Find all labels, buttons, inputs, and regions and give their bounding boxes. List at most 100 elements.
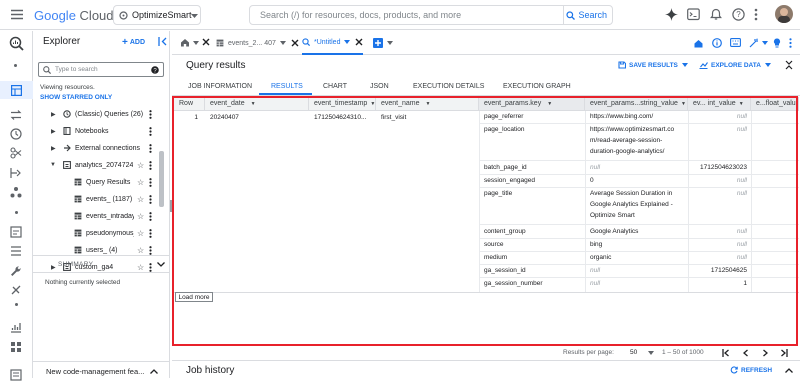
star-icon[interactable]: ☆ [137, 178, 144, 187]
refresh-button[interactable]: REFRESH [730, 366, 772, 374]
filter-placeholder: Type to search [55, 66, 98, 73]
more-vert-icon[interactable] [149, 143, 152, 153]
logo-google: Google [34, 8, 76, 23]
star-icon[interactable]: ☆ [137, 229, 144, 238]
search-icon [43, 65, 51, 74]
subtab-execution-details[interactable]: EXECUTION DETAILS [413, 83, 484, 90]
more-vert-icon[interactable] [789, 38, 792, 48]
refresh-icon [730, 366, 738, 374]
chevron-down-icon[interactable] [157, 262, 165, 267]
tree-item-events[interactable]: events_ (1187) ☆ [33, 191, 170, 207]
more-vert-icon[interactable] [149, 228, 152, 238]
bigquery-logo-icon[interactable] [9, 36, 24, 51]
lightbulb-icon[interactable] [773, 38, 781, 48]
more-vert-icon[interactable] [149, 126, 152, 136]
expand-arrow-icon[interactable]: ▶ [51, 145, 56, 152]
project-icon [119, 11, 128, 20]
tree-item-label: events_ (1187) [86, 195, 133, 203]
more-vert-icon[interactable] [149, 177, 152, 187]
more-vert-icon[interactable] [754, 8, 758, 21]
subtab-json[interactable]: JSON [370, 83, 389, 90]
chevron-down-icon[interactable] [193, 41, 199, 45]
cloud-shell-icon[interactable] [687, 8, 700, 21]
project-selector[interactable]: OptimizeSmart [113, 5, 201, 25]
sparkle-wand-icon[interactable] [749, 38, 759, 48]
collapse-results-icon[interactable] [785, 60, 793, 70]
per-page-select[interactable]: 50 [630, 349, 637, 356]
list-icon[interactable] [10, 245, 23, 258]
expand-arrow-icon[interactable]: ▶ [51, 264, 56, 271]
star-icon[interactable]: ☆ [137, 263, 144, 272]
star-icon[interactable]: ☆ [137, 195, 144, 204]
last-page-icon [781, 349, 788, 357]
subtab-execution-graph[interactable]: EXECUTION GRAPH [503, 83, 571, 90]
release-notes-icon[interactable] [10, 369, 23, 382]
star-icon[interactable]: ☆ [137, 161, 144, 170]
results-per-page-label: Results per page: [563, 349, 614, 356]
more-vert-icon[interactable] [149, 109, 152, 119]
notifications-bell-icon[interactable] [710, 8, 722, 21]
collapse-panel-icon[interactable] [158, 37, 167, 46]
chevron-down-icon[interactable] [762, 41, 768, 45]
tab-untitled-query[interactable]: *Untitled [302, 31, 364, 55]
save-results-button[interactable]: SAVE RESULTS [618, 61, 688, 69]
explorer-filter-input[interactable]: Type to search ? [38, 62, 164, 77]
more-vert-icon[interactable] [149, 211, 152, 221]
subtab-results[interactable]: RESULTS [271, 83, 303, 90]
scheduled-queries-icon[interactable] [10, 128, 23, 141]
marketplace-icon[interactable] [10, 341, 23, 354]
monitoring-icon[interactable] [10, 226, 23, 239]
data-transfers-icon[interactable] [10, 109, 23, 122]
dataform-icon[interactable] [10, 167, 23, 180]
star-icon[interactable]: ☆ [137, 212, 144, 221]
tree-item-external-connections[interactable]: ▶ External connections [33, 140, 170, 156]
pagination-bar: Results per page: 50 1 – 50 of 1000 [172, 346, 800, 360]
help-icon[interactable]: ? [732, 8, 745, 21]
expand-arrow-icon[interactable]: ▶ [51, 128, 56, 135]
tree-item-classic-queries[interactable]: ▶ (Classic) Queries (26) [33, 106, 170, 122]
pipelines-icon[interactable] [10, 147, 23, 160]
subtab-job-information[interactable]: JOB INFORMATION [188, 83, 252, 90]
code-management-banner[interactable]: New code-management fea... [33, 361, 170, 378]
collapse-arrow-icon[interactable]: ▼ [50, 162, 56, 168]
home-tab-icon[interactable] [180, 38, 190, 47]
tree-item-pseudonymous-users[interactable]: pseudonymous_users_ ☆ [33, 225, 170, 241]
tree-item-label: External connections [75, 144, 140, 152]
explore-data-button[interactable]: EXPLORE DATA [699, 61, 771, 69]
new-query-button[interactable] [373, 38, 383, 48]
more-vert-icon[interactable] [149, 262, 152, 272]
rail-item-studio[interactable] [0, 81, 33, 99]
table-icon [74, 229, 82, 237]
home-icon[interactable] [694, 39, 703, 48]
tree-item-notebooks[interactable]: ▶ Notebooks [33, 123, 170, 139]
tab-events-table[interactable]: events_2... 407 [216, 31, 299, 55]
avatar[interactable] [775, 5, 793, 23]
gemini-sparkle-icon[interactable] [665, 8, 678, 21]
explorer-scrollbar[interactable] [159, 151, 164, 207]
close-icon[interactable] [202, 38, 210, 46]
subtab-chart[interactable]: CHART [323, 83, 347, 90]
add-button[interactable]: + ADD [122, 37, 145, 48]
admin-icon[interactable] [10, 284, 23, 297]
more-vert-icon[interactable] [149, 245, 152, 255]
tree-item-events-intraday[interactable]: events_intraday_ ☆ [33, 208, 170, 224]
google-cloud-logo[interactable]: Google Cloud [34, 8, 114, 23]
hamburger-menu-icon[interactable] [11, 9, 23, 20]
star-icon[interactable]: ☆ [137, 246, 144, 255]
info-icon[interactable] [712, 38, 722, 48]
expand-arrow-icon[interactable]: ▶ [51, 111, 56, 118]
analytics-hub-icon[interactable] [10, 186, 23, 199]
more-vert-icon[interactable] [149, 194, 152, 204]
chevron-down-icon[interactable] [387, 41, 393, 45]
tree-item-query-results[interactable]: Query Results ☆ [33, 174, 170, 190]
search-button[interactable]: Search [563, 5, 613, 25]
show-starred-button[interactable]: SHOW STARRED ONLY [40, 94, 112, 101]
divider [33, 272, 170, 273]
more-vert-icon[interactable] [149, 160, 152, 170]
keyboard-icon[interactable] [730, 38, 741, 47]
analytics-chart-icon[interactable] [10, 321, 23, 334]
search-input[interactable]: Search (/) for resources, docs, products… [249, 5, 613, 25]
tree-item-analytics-dataset[interactable]: ▼ analytics_20747245 ☆ [33, 157, 170, 173]
summary-header[interactable]: SUMMARY [58, 261, 93, 268]
wrench-icon[interactable] [10, 265, 23, 278]
